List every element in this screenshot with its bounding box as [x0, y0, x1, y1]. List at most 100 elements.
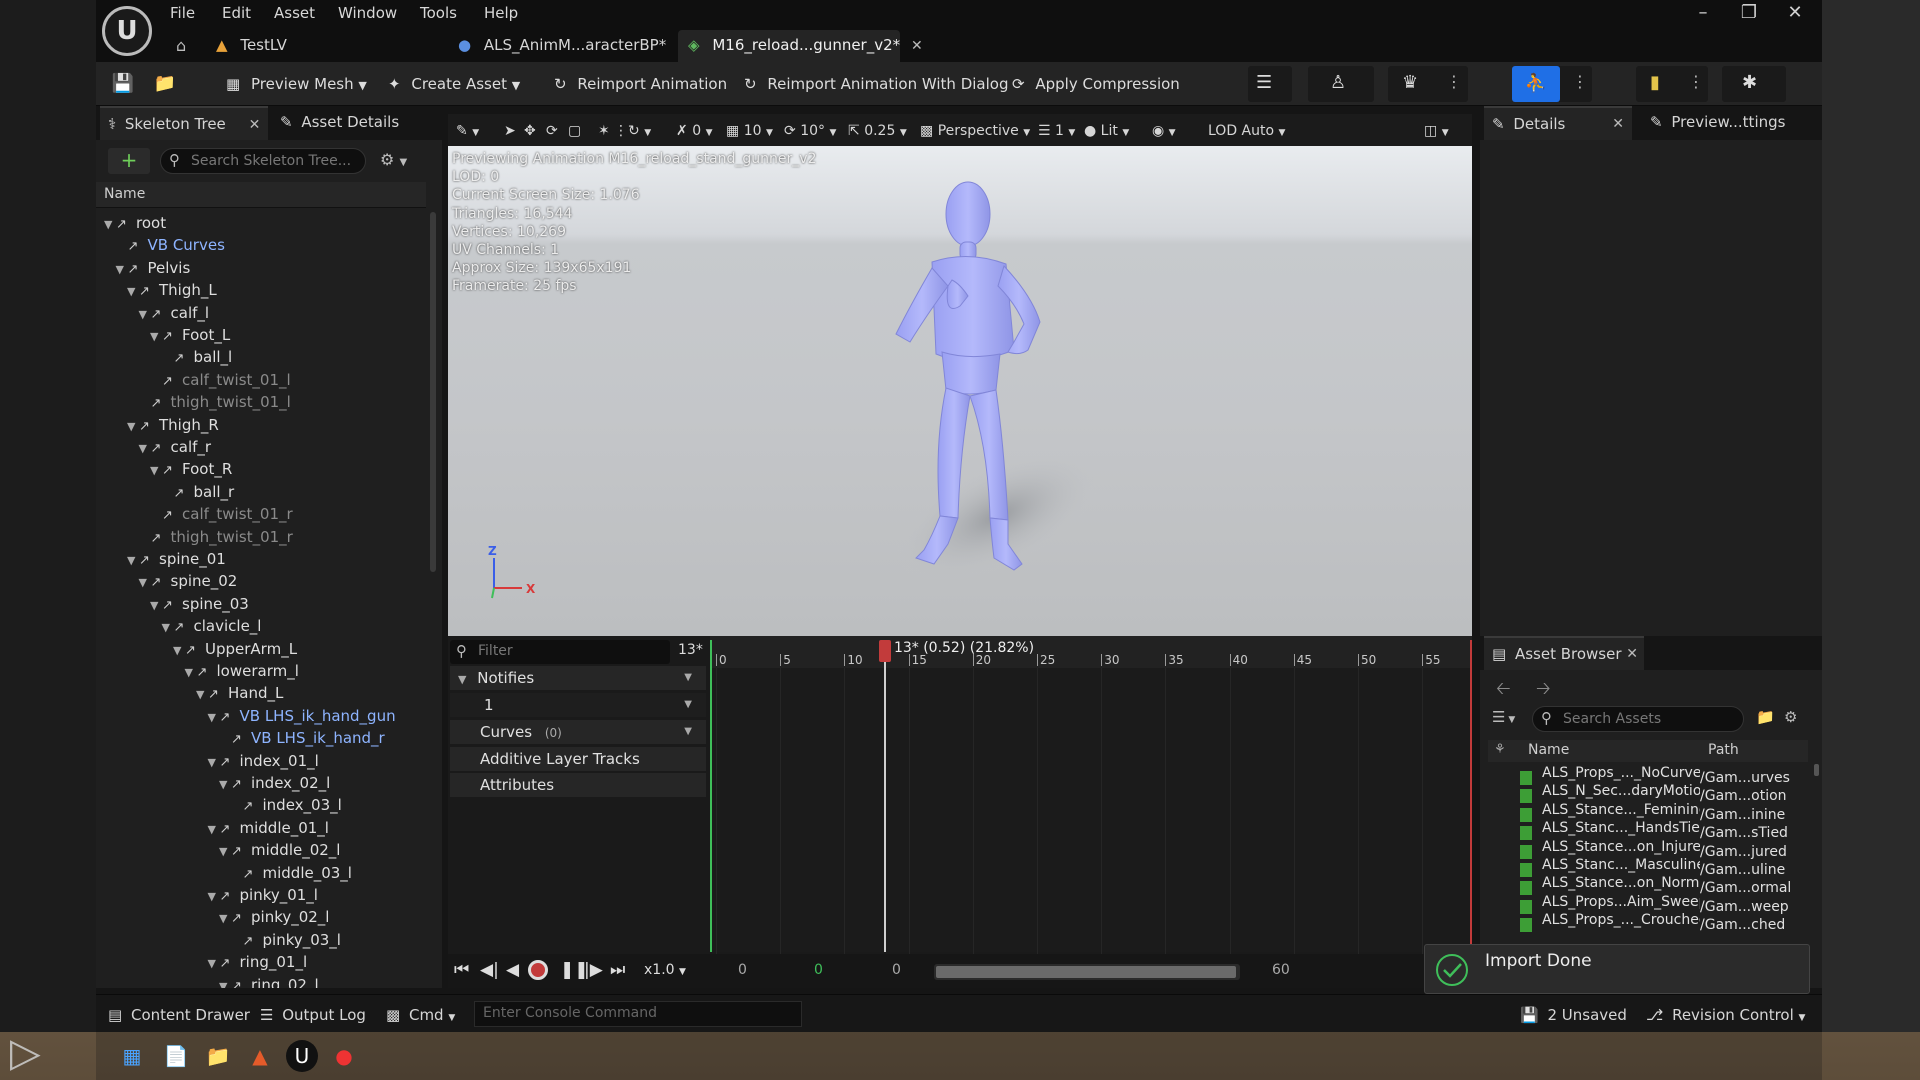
column-options-icon[interactable]: ⚘: [1494, 742, 1506, 757]
bone-row[interactable]: ▼ ↗ lowerarm_l: [96, 660, 426, 682]
range-slider[interactable]: [934, 964, 1240, 980]
close-tab-icon[interactable]: ✕: [911, 38, 923, 54]
expand-triangle-icon[interactable]: ▼: [127, 281, 139, 303]
asset-row[interactable]: ALS_Props_..._NoCurves/Gam...urves: [1520, 764, 1790, 786]
reimport-animation-button[interactable]: ↻ Reimport Animation: [554, 70, 727, 98]
expand-triangle-icon[interactable]: ▼: [150, 595, 162, 617]
tab-details[interactable]: ✎ Details ✕: [1484, 106, 1632, 140]
bone-row[interactable]: ▼ ↗ Foot_L: [96, 324, 426, 346]
unsaved-button[interactable]: 💾 2 Unsaved: [1520, 1004, 1627, 1026]
bone-row[interactable]: ▼ ↗ Pelvis: [96, 257, 426, 279]
asset-row[interactable]: ALS_Stanc..._Masculine/Gam...uline: [1520, 856, 1785, 878]
range-slider-thumb[interactable]: [936, 966, 1236, 978]
skip-to-start-icon[interactable]: ⏮: [454, 960, 469, 980]
scale-tool-icon[interactable]: ▢: [568, 120, 581, 142]
bone-row[interactable]: ↗ ball_r: [96, 481, 426, 503]
expand-triangle-icon[interactable]: ▼: [104, 214, 116, 236]
more-options-icon[interactable]: ⋮: [614, 120, 628, 142]
expand-triangle-icon[interactable]: ▼: [162, 617, 174, 639]
tab-preview-settings[interactable]: ✎ Preview...ttings: [1642, 106, 1793, 140]
rotate-tool-icon[interactable]: ⟳: [546, 120, 558, 142]
minimize-button[interactable]: –: [1680, 0, 1726, 28]
settings-gear-icon[interactable]: ⚙ ▼: [380, 150, 407, 169]
bone-row[interactable]: ▼ ↗ index_01_l: [96, 750, 426, 772]
save-icon[interactable]: 💾: [106, 68, 140, 100]
bone-row[interactable]: ▼ ↗ spine_01: [96, 548, 426, 570]
attributes-track[interactable]: Attributes: [450, 773, 706, 797]
additive-layer-track[interactable]: Additive Layer Tracks: [450, 747, 706, 771]
mesh-mode-button[interactable]: ♛ ⋮: [1388, 66, 1468, 102]
start-windows-icon[interactable]: ▦: [116, 1040, 148, 1072]
bone-row[interactable]: ↗ calf_twist_01_l: [96, 369, 426, 391]
column-name-header[interactable]: Name: [1528, 742, 1569, 758]
scale-snap-button[interactable]: ⇱ 0.25 ▼: [848, 120, 907, 142]
expand-triangle-icon[interactable]: ▼: [185, 662, 197, 684]
expand-triangle-icon[interactable]: ▼: [139, 572, 151, 594]
menu-asset[interactable]: Asset: [274, 4, 315, 26]
playhead-handle[interactable]: [878, 640, 891, 662]
bone-row[interactable]: ▼ ↗ ring_01_l: [96, 951, 426, 973]
bone-row[interactable]: ↗ calf_twist_01_r: [96, 503, 426, 525]
bone-row[interactable]: ▼ ↗ VB LHS_ik_hand_gun: [96, 705, 426, 727]
blueprint-mode-button[interactable]: ▮ ⋮: [1636, 66, 1708, 102]
console-command-input[interactable]: Enter Console Command: [474, 1001, 802, 1027]
mode-menu-button[interactable]: ☰: [1248, 66, 1292, 102]
asset-scrollbar[interactable]: [1814, 764, 1819, 776]
reimport-dialog-button[interactable]: ↻ Reimport Animation With Dialog: [744, 70, 1008, 98]
bone-row[interactable]: ▼ ↗ calf_r: [96, 436, 426, 458]
browse-icon[interactable]: 📁: [148, 68, 182, 100]
expand-triangle-icon[interactable]: ▼: [208, 953, 220, 975]
show-flags-button[interactable]: ◉ ▼: [1152, 120, 1176, 142]
tab-anim-blueprint[interactable]: ● ALS_AnimM...aracterBP*: [448, 30, 676, 62]
expand-triangle-icon[interactable]: ▼: [219, 841, 231, 863]
cmd-dropdown[interactable]: ▩ Cmd ▼: [386, 1004, 455, 1026]
lod-auto-button[interactable]: LOD Auto ▼: [1208, 120, 1285, 142]
create-asset-button[interactable]: ✦ Create Asset ▼: [388, 70, 520, 98]
bone-row[interactable]: ↗ ball_l: [96, 346, 426, 368]
asset-search-input[interactable]: ⚲ Search Assets: [1532, 706, 1744, 732]
view-start-field[interactable]: 0: [738, 962, 747, 978]
timeline-filter-input[interactable]: ⚲ Filter: [450, 640, 670, 664]
menu-edit[interactable]: Edit: [222, 4, 251, 26]
bone-row[interactable]: ▼ ↗ Thigh_L: [96, 279, 426, 301]
bone-row[interactable]: ↗ pinky_03_l: [96, 929, 426, 951]
expand-triangle-icon[interactable]: ▼: [208, 752, 220, 774]
viewport-layout-button[interactable]: ◫ ▼: [1424, 120, 1449, 142]
expand-triangle-icon[interactable]: ▼: [150, 460, 162, 482]
camera-perspective-button[interactable]: ▩ Perspective ▼: [920, 120, 1030, 142]
forward-arrow-icon[interactable]: 🡢: [1536, 676, 1551, 706]
grid-snap-button[interactable]: ▦ 10 ▼: [726, 120, 773, 142]
bone-row[interactable]: ▼ ↗ spine_03: [96, 593, 426, 615]
expand-triangle-icon[interactable]: ▼: [196, 684, 208, 706]
tab-level[interactable]: ▲ TestLV: [206, 30, 297, 62]
column-name-header[interactable]: Name: [104, 186, 145, 202]
filter-icon[interactable]: ☰ ▼: [1492, 708, 1515, 726]
step-forward-icon[interactable]: |▶: [584, 960, 603, 980]
tab-animation-sequence[interactable]: ◈ M16_reload...gunner_v2* ✕: [678, 30, 923, 62]
range-start-field[interactable]: 0: [892, 962, 901, 978]
bone-row[interactable]: ▼ ↗ pinky_02_l: [96, 906, 426, 928]
unreal-engine-icon[interactable]: U: [286, 1040, 318, 1072]
notify-track-1[interactable]: 1 ▼: [450, 693, 706, 717]
revision-control-button[interactable]: ⎇ Revision Control ▼: [1646, 1004, 1805, 1026]
asset-row[interactable]: ALS_Stance...on_Normal/Gam...ormal: [1520, 874, 1791, 896]
curves-track[interactable]: Curves (0) ▼: [450, 720, 706, 744]
working-start-field[interactable]: 0: [814, 962, 823, 978]
physics-mode-button[interactable]: ✱: [1722, 66, 1786, 102]
tree-scrollbar[interactable]: [430, 212, 436, 572]
tab-asset-browser[interactable]: ▤ Asset Browser ✕: [1484, 636, 1644, 670]
expand-triangle-icon[interactable]: ▼: [127, 550, 139, 572]
end-marker[interactable]: [1470, 640, 1472, 952]
bone-row[interactable]: ▼ ↗ UpperArm_L: [96, 638, 426, 660]
bone-row[interactable]: ↗ thigh_twist_01_l: [96, 391, 426, 413]
asset-row[interactable]: ALS_Stanc..._HandsTied/Gam...sTied: [1520, 819, 1788, 841]
bone-row[interactable]: ▼ ↗ Thigh_R: [96, 414, 426, 436]
viewport[interactable]: ✎ ▼ ➤ ✥ ⟳ ▢ ✶ ⋮ ↻ ▼ ✗ 0 ▼ ▦ 10 ▼ ⟳ 10° ▼: [448, 114, 1472, 636]
surface-snap-button[interactable]: ✗ 0 ▼: [676, 120, 712, 142]
close-icon[interactable]: ✕: [1612, 108, 1624, 140]
bone-row[interactable]: ↗ VB LHS_ik_hand_r: [96, 727, 426, 749]
asset-row[interactable]: ALS_Props_..._Crouched/Gam...ched: [1520, 911, 1785, 933]
close-icon[interactable]: ✕: [249, 117, 261, 133]
gear-icon[interactable]: ⚙: [1784, 708, 1797, 726]
app-icon[interactable]: ●: [328, 1040, 360, 1072]
